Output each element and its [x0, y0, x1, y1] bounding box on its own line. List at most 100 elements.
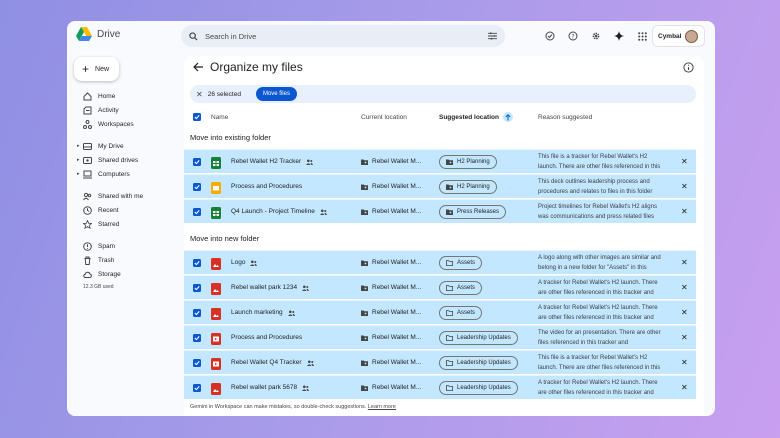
sidebar-item-shared-with-me[interactable]: Shared with me [77, 190, 143, 202]
slides-file-icon [211, 181, 221, 194]
search-options-icon[interactable] [488, 32, 497, 40]
apps-grid-icon[interactable] [635, 29, 649, 43]
suggested-location-chip[interactable]: H2 Planning [439, 180, 497, 194]
current-location-label: Rebel Wallet M... [372, 309, 422, 316]
file-name[interactable]: Logo [231, 259, 245, 266]
back-arrow-icon[interactable] [192, 61, 204, 73]
sidebar-item-workspaces[interactable]: Workspaces [77, 118, 134, 130]
table-row[interactable]: Rebel wallet park 1234 Rebel Wallet M... A… [184, 275, 696, 299]
sidebar-item-activity[interactable]: Activity [77, 104, 119, 116]
table-row[interactable]: Logo Rebel Wallet M... Assets A logo along … [184, 250, 696, 274]
current-location[interactable]: Rebel Wallet M... [361, 334, 421, 341]
suggested-location-label: Leadership Updates [457, 385, 511, 391]
row-checkbox[interactable] [193, 334, 201, 342]
search-input[interactable]: Search in Drive [205, 32, 481, 41]
suggested-location-chip[interactable]: Leadership Updates [439, 331, 518, 345]
current-location[interactable]: Rebel Wallet M... [361, 359, 421, 366]
dismiss-icon[interactable]: ✕ [681, 333, 688, 342]
sidebar-item-storage[interactable]: Storage [77, 268, 121, 280]
drive-logo[interactable]: Drive [76, 27, 120, 41]
table-row[interactable]: Rebel wallet park 5678 Rebel Wallet M... L… [184, 375, 696, 399]
current-location-label: Rebel Wallet M... [372, 158, 422, 165]
file-name[interactable]: Q4 Launch - Project Timeline [231, 208, 315, 215]
row-checkbox[interactable] [193, 384, 201, 392]
search-bar[interactable]: Search in Drive [181, 25, 505, 47]
column-header-current-location[interactable]: Current location [361, 112, 407, 122]
file-name[interactable]: Launch marketing [231, 309, 283, 316]
suggested-location-chip[interactable]: H2 Planning [439, 155, 497, 169]
table-row[interactable]: Rebel Wallet H2 Tracker Rebel Wallet M...… [184, 149, 696, 173]
learn-more-link[interactable]: Learn more [368, 404, 396, 410]
shared-people-icon [302, 385, 310, 391]
table-row[interactable]: Rebel Wallet Q4 Tracker Rebel Wallet M...… [184, 350, 696, 374]
shared-folder-icon [446, 184, 453, 190]
table-row[interactable]: Process and Procedures Rebel Wallet M... L… [184, 325, 696, 349]
column-header-name[interactable]: Name [211, 112, 228, 122]
sort-ascending-icon[interactable] [502, 112, 513, 122]
current-location[interactable]: Rebel Wallet M... [361, 284, 421, 291]
info-icon[interactable] [682, 61, 694, 73]
column-header-suggested-location[interactable]: Suggested location [439, 112, 513, 122]
new-folder-icon [446, 335, 453, 341]
current-location[interactable]: Rebel Wallet M... [361, 158, 421, 165]
current-location-label: Rebel Wallet M... [372, 359, 422, 366]
table-row[interactable]: Process and Procedures Rebel Wallet M... H… [184, 174, 696, 198]
new-folder-icon [446, 260, 453, 266]
account-switcher[interactable]: Cymbal [652, 25, 705, 47]
suggested-location-chip[interactable]: Press Releases [439, 205, 507, 219]
select-all-checkbox[interactable] [193, 113, 201, 121]
new-button[interactable]: + New [74, 57, 119, 81]
row-checkbox[interactable] [193, 359, 201, 367]
file-name[interactable]: Rebel Wallet Q4 Tracker [231, 359, 302, 366]
row-checkbox[interactable] [193, 158, 201, 166]
dismiss-icon[interactable]: ✕ [681, 207, 688, 216]
help-icon[interactable]: ? [566, 29, 580, 43]
reason-text: A tracker for Rebel Wallet's H2 launch. … [538, 280, 658, 296]
sidebar-item-computers[interactable]: ▸ Computers [77, 168, 130, 180]
dismiss-icon[interactable]: ✕ [681, 182, 688, 191]
dismiss-icon[interactable]: ✕ [681, 283, 688, 292]
row-checkbox[interactable] [193, 284, 201, 292]
sidebar-item-home[interactable]: Home [77, 90, 115, 102]
clear-selection-icon[interactable]: ✕ [196, 90, 203, 99]
settings-gear-icon[interactable] [589, 29, 603, 43]
move-files-button[interactable]: Move files [255, 87, 297, 101]
sidebar-item-my-drive[interactable]: ▸ My Drive [77, 140, 124, 152]
current-location[interactable]: Rebel Wallet M... [361, 208, 421, 215]
offline-status-icon[interactable] [543, 29, 557, 43]
search-icon[interactable] [189, 31, 198, 41]
suggested-location-chip[interactable]: Leadership Updates [439, 356, 518, 370]
sidebar-item-spam[interactable]: Spam [77, 240, 115, 252]
row-checkbox[interactable] [193, 259, 201, 267]
suggested-location-chip[interactable]: Assets [439, 306, 483, 320]
dismiss-icon[interactable]: ✕ [681, 308, 688, 317]
sidebar-item-recent[interactable]: Recent [77, 204, 119, 216]
row-checkbox[interactable] [193, 183, 201, 191]
file-name[interactable]: Process and Procedures [231, 334, 302, 341]
dismiss-icon[interactable]: ✕ [681, 358, 688, 367]
current-location[interactable]: Rebel Wallet M... [361, 183, 421, 190]
table-row[interactable]: Launch marketing Rebel Wallet M... Assets A… [184, 300, 696, 324]
row-checkbox[interactable] [193, 208, 201, 216]
storage-usage: 12.3 GB used [83, 284, 114, 290]
sidebar-item-starred[interactable]: Starred [77, 218, 119, 230]
file-name[interactable]: Rebel Wallet H2 Tracker [231, 158, 301, 165]
sidebar-item-trash[interactable]: Trash [77, 254, 114, 266]
table-row[interactable]: Q4 Launch - Project Timeline Rebel Wallet… [184, 199, 696, 223]
current-location[interactable]: Rebel Wallet M... [361, 259, 421, 266]
suggested-location-chip[interactable]: Assets [439, 281, 483, 295]
suggested-location-chip[interactable]: Assets [439, 256, 483, 270]
dismiss-icon[interactable]: ✕ [681, 383, 688, 392]
current-location[interactable]: Rebel Wallet M... [361, 309, 421, 316]
file-name[interactable]: Process and Procedures [231, 183, 302, 190]
row-checkbox[interactable] [193, 309, 201, 317]
suggested-location-chip[interactable]: Leadership Updates [439, 381, 518, 395]
current-location-label: Rebel Wallet M... [372, 334, 422, 341]
sidebar-item-shared-drives[interactable]: ▸ Shared drives [77, 154, 138, 166]
file-name[interactable]: Rebel wallet park 1234 [231, 284, 297, 291]
gemini-sparkle-icon[interactable] [612, 29, 626, 43]
current-location[interactable]: Rebel Wallet M... [361, 384, 421, 391]
dismiss-icon[interactable]: ✕ [681, 157, 688, 166]
file-name[interactable]: Rebel wallet park 5678 [231, 384, 297, 391]
dismiss-icon[interactable]: ✕ [681, 258, 688, 267]
